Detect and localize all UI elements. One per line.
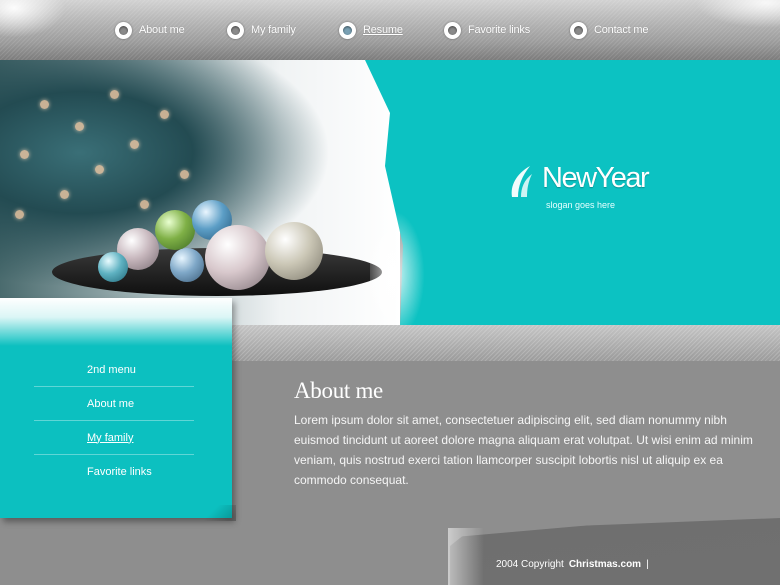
bullet-icon xyxy=(339,21,356,39)
frost-decoration xyxy=(370,200,430,325)
main-nav: About me My family Resume Favorite links… xyxy=(0,19,780,41)
page-title: About me xyxy=(294,378,383,403)
footer: 2004 Copyright Christmas.com | xyxy=(496,559,649,570)
nav-label: Favorite links xyxy=(468,24,530,36)
nav-item-resume[interactable]: Resume xyxy=(339,19,403,41)
sidebar-item-about-me[interactable]: About me xyxy=(34,387,194,421)
nav-label: About me xyxy=(139,24,185,36)
sidebar-item-label: Favorite links xyxy=(87,466,152,478)
nav-label: Contact me xyxy=(594,24,649,36)
bullet-icon xyxy=(570,21,587,39)
sidebar-item-label: About me xyxy=(87,397,135,410)
nav-item-about-me[interactable]: About me xyxy=(115,19,185,41)
sidebar-shadow xyxy=(196,505,236,521)
top-nav-bar: About me My family Resume Favorite links… xyxy=(0,0,780,60)
nav-item-my-family[interactable]: My family xyxy=(227,19,296,41)
brand-logo: NewYear slogan goes here xyxy=(508,160,678,215)
sidebar-menu: 2nd menu About me My family Favorite lin… xyxy=(34,353,194,489)
footer-panel xyxy=(450,518,780,585)
frost-decoration xyxy=(448,528,484,585)
bullet-icon xyxy=(227,21,244,39)
logo-swoosh-icon xyxy=(511,166,532,197)
bullet-icon xyxy=(444,21,461,39)
body-text: Lorem ipsum dolor sit amet, consectetuer… xyxy=(294,413,753,487)
hero-banner: NewYear slogan goes here xyxy=(0,60,780,325)
site-link[interactable]: Christmas.com xyxy=(569,559,641,570)
sidebar-item-my-family[interactable]: My family xyxy=(34,421,194,455)
bullet-icon xyxy=(115,21,132,39)
main-content: About me Lorem ipsum dolor sit amet, con… xyxy=(294,378,754,490)
frost-decoration xyxy=(0,298,232,346)
footer-separator: | xyxy=(646,559,649,570)
nav-item-favorite-links[interactable]: Favorite links xyxy=(444,19,530,41)
sidebar-item-2nd-menu[interactable]: 2nd menu xyxy=(34,353,194,387)
nav-label: My family xyxy=(251,24,296,36)
christmas-ornaments-photo xyxy=(0,60,400,325)
brand-slogan: slogan goes here xyxy=(546,200,616,210)
sidebar: 2nd menu About me My family Favorite lin… xyxy=(0,298,232,518)
nav-label: Resume xyxy=(363,24,403,36)
nav-item-contact-me[interactable]: Contact me xyxy=(570,19,648,41)
brand-name: NewYear xyxy=(542,162,650,194)
sidebar-item-favorite-links[interactable]: Favorite links xyxy=(34,455,194,489)
copyright-text: 2004 Copyright xyxy=(496,559,564,570)
sidebar-item-label: My family xyxy=(87,431,134,444)
sidebar-item-label: 2nd menu xyxy=(87,363,136,376)
divider-strip xyxy=(232,325,780,361)
